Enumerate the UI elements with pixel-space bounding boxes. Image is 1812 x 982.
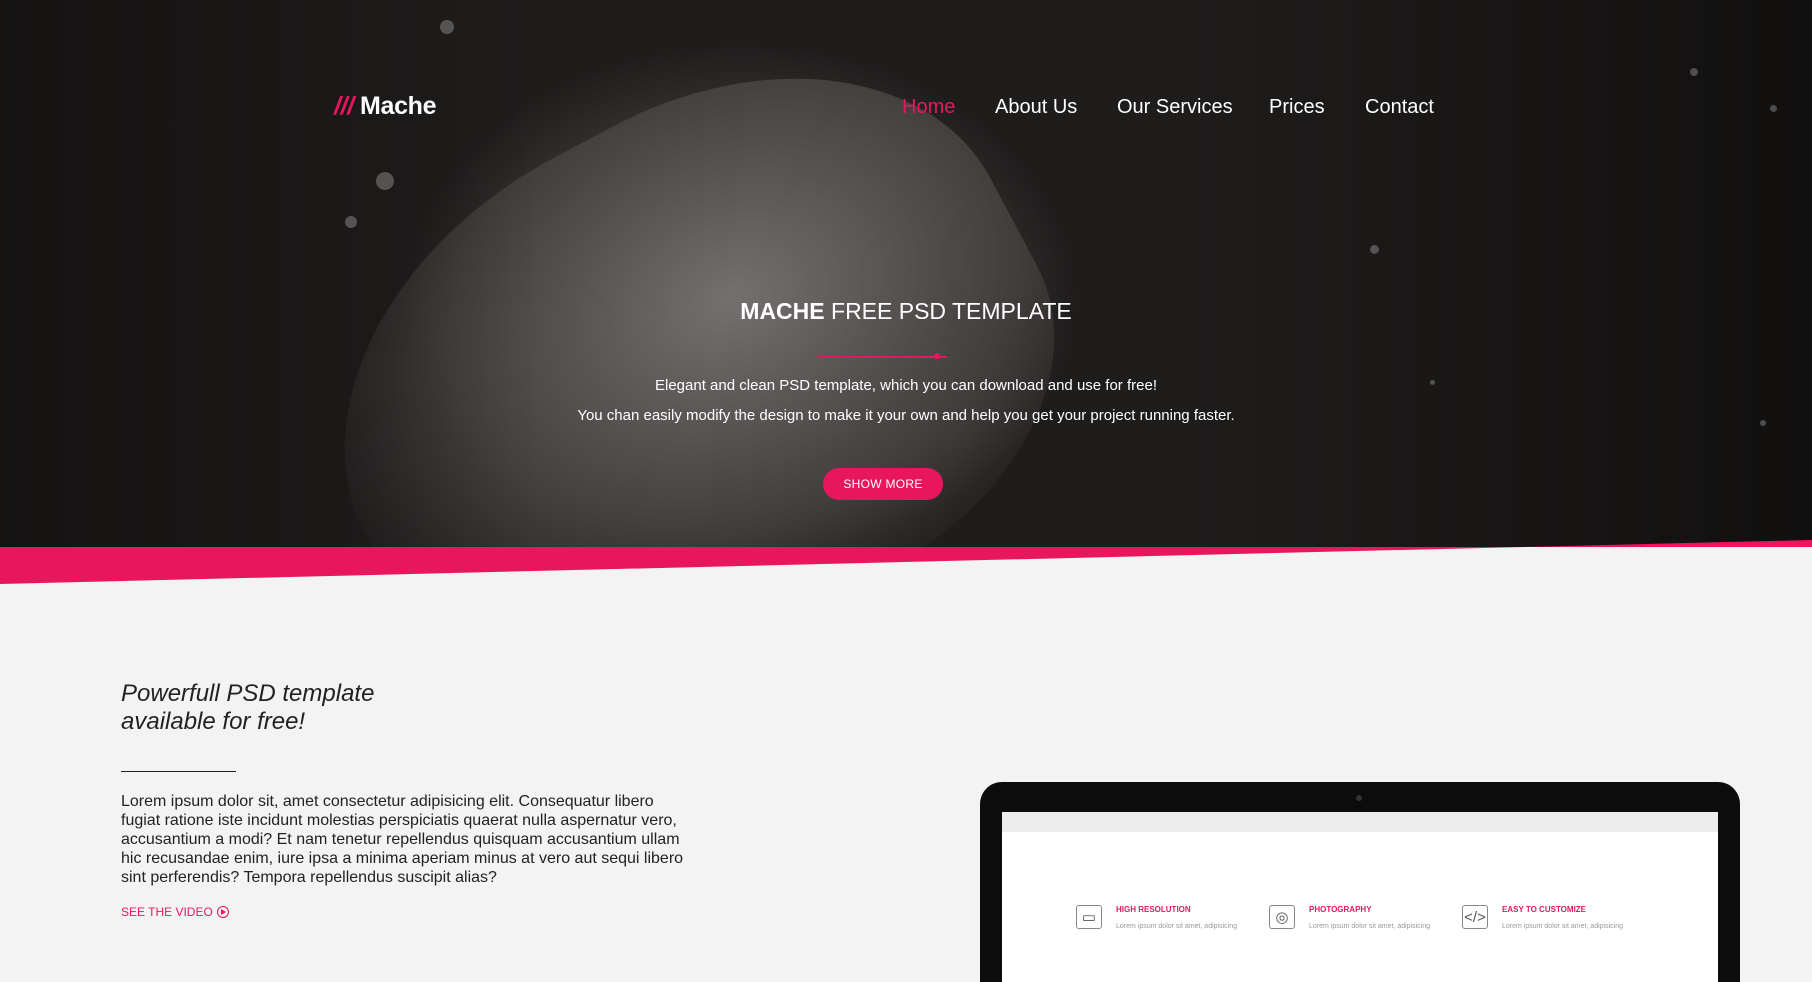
laptop-mockup: ▭ HIGH RESOLUTION Lorem ipsum dolor sit …	[980, 782, 1740, 982]
intro-title-line2: available for free!	[121, 708, 306, 735]
hero-divider-dot	[934, 353, 940, 359]
feature-text: Lorem ipsum dolor sit amet, adipisicing	[1502, 923, 1623, 930]
laptop-camera	[1356, 795, 1362, 801]
hero-subtitle-line1: Elegant and clean PSD template, which yo…	[655, 377, 1157, 394]
see-the-video-link[interactable]: SEE THE VIDEO	[121, 905, 229, 919]
pink-divider-band	[0, 540, 1812, 584]
code-icon: </>	[1462, 905, 1488, 929]
nav-item-prices[interactable]: Prices	[1269, 96, 1325, 119]
play-circle-icon	[216, 906, 229, 918]
monitor-icon: ▭	[1076, 905, 1102, 929]
feature-text: Lorem ipsum dolor sit amet, adipisicing	[1116, 923, 1237, 930]
intro-divider	[121, 771, 236, 772]
nav-item-contact[interactable]: Contact	[1365, 96, 1434, 119]
feature-title: EASY TO CUSTOMIZE	[1502, 905, 1587, 914]
hero-section	[0, 0, 1812, 547]
feature-text: Lorem ipsum dolor sit amet, adipisicing	[1309, 923, 1430, 930]
laptop-screen: ▭ HIGH RESOLUTION Lorem ipsum dolor sit …	[1002, 812, 1718, 982]
feature-title: PHOTOGRAPHY	[1309, 905, 1372, 914]
nav-item-home[interactable]: Home	[902, 96, 955, 119]
hero-title-bold: MACHE	[740, 298, 825, 324]
see-the-video-label: SEE THE VIDEO	[121, 905, 213, 919]
screen-header-bar	[1002, 812, 1718, 832]
main-nav: Home About Us Our Services Prices Contac…	[0, 96, 1812, 126]
intro-title: Powerfull PSD template available for fre…	[121, 680, 374, 736]
show-more-button[interactable]: SHOW MORE	[823, 468, 943, 500]
intro-title-line1: Powerfull PSD template	[121, 680, 375, 707]
hero-title: MACHE FREE PSD TEMPLATE	[0, 298, 1812, 325]
hero-divider	[817, 356, 947, 358]
nav-item-our-services[interactable]: Our Services	[1117, 96, 1233, 119]
intro-body: Lorem ipsum dolor sit, amet consectetur …	[121, 793, 684, 886]
feature-title: HIGH RESOLUTION	[1116, 905, 1191, 914]
nav-item-about-us[interactable]: About Us	[995, 96, 1077, 119]
camera-icon: ◎	[1269, 905, 1295, 929]
hero-subtitle-line2: You chan easily modify the design to mak…	[577, 407, 1235, 424]
hero-title-rest: FREE PSD TEMPLATE	[824, 298, 1072, 324]
